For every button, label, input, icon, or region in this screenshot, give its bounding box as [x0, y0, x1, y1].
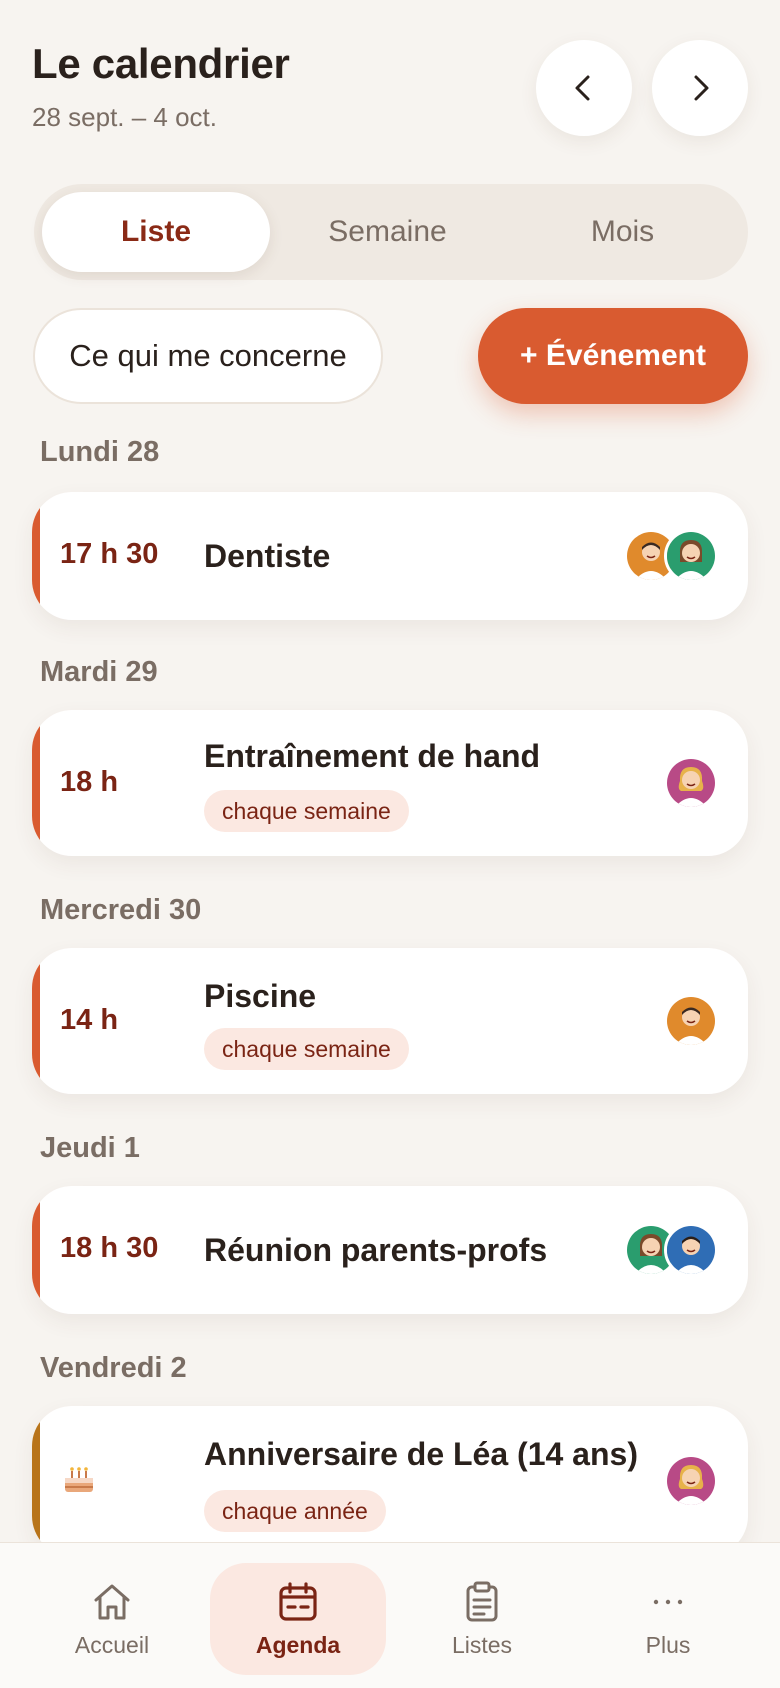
recurrence-badge: chaque semaine	[204, 1028, 409, 1070]
person-avatar-icon	[667, 532, 715, 580]
view-switcher: Liste Semaine Mois	[34, 184, 748, 280]
event-card[interactable]: 17 h 30 Dentiste	[32, 492, 748, 620]
event-card[interactable]: Anniversaire de Léa (14 ans) chaque anné…	[32, 1406, 748, 1556]
add-event-button[interactable]: + Événement	[478, 308, 748, 404]
event-title: Anniversaire de Léa (14 ans)	[204, 1436, 638, 1472]
day-heading: Vendredi 2	[40, 1352, 187, 1384]
nav-label: Agenda	[255, 1631, 341, 1658]
event-title: Piscine	[204, 978, 317, 1014]
date-range: 28 sept. – 4 oct.	[32, 102, 218, 132]
previous-week-button[interactable]	[536, 40, 632, 136]
avatar	[664, 1223, 718, 1277]
event-time: 18 h 30	[60, 1232, 159, 1264]
day-heading: Mercredi 30	[40, 894, 202, 926]
participants	[664, 756, 718, 810]
bottom-navigation: Accueil Agenda Listes Plus	[0, 1542, 780, 1688]
nav-label: Plus	[645, 1631, 691, 1658]
nav-listes[interactable]: Listes	[394, 1563, 570, 1675]
page-title: Le calendrier	[32, 40, 290, 87]
participants	[664, 1454, 718, 1508]
day-heading: Lundi 28	[40, 436, 160, 468]
header: Le calendrier 28 sept. – 4 oct.	[32, 40, 290, 133]
calendar-icon	[279, 1581, 317, 1621]
event-card[interactable]: 18 h Entraînement de hand chaque semaine	[32, 710, 748, 856]
person-avatar-icon	[667, 997, 715, 1045]
event-card[interactable]: 14 h Piscine chaque semaine	[32, 948, 748, 1094]
avatar	[664, 756, 718, 810]
event-title: Dentiste	[204, 538, 331, 574]
person-avatar-icon	[667, 1226, 715, 1274]
event-time: 17 h 30	[60, 538, 159, 570]
cake-icon	[62, 1462, 96, 1501]
tab-liste[interactable]: Liste	[42, 192, 270, 272]
nav-agenda[interactable]: Agenda	[210, 1563, 386, 1675]
nav-accueil[interactable]: Accueil	[24, 1563, 200, 1675]
filter-mine-button[interactable]: Ce qui me concerne	[33, 308, 383, 404]
nav-label: Listes	[451, 1631, 513, 1658]
calendar-screen: Le calendrier 28 sept. – 4 oct. Liste Se…	[0, 0, 780, 1688]
event-time: 14 h	[60, 1004, 119, 1036]
recurrence-badge: chaque année	[204, 1490, 386, 1532]
recurrence-badge: chaque semaine	[204, 790, 409, 832]
participants	[664, 994, 718, 1048]
nav-plus[interactable]: Plus	[580, 1563, 756, 1675]
participants	[624, 529, 718, 583]
tab-mois[interactable]: Mois	[505, 192, 740, 272]
participants	[624, 1223, 718, 1277]
chevron-left-icon	[575, 75, 590, 101]
person-avatar-icon	[667, 1457, 715, 1505]
more-icon	[653, 1599, 683, 1604]
avatar	[664, 529, 718, 583]
event-card[interactable]: 18 h 30 Réunion parents-profs	[32, 1186, 748, 1314]
nav-label: Accueil	[74, 1631, 150, 1658]
avatar	[664, 994, 718, 1048]
person-avatar-icon	[667, 759, 715, 807]
tab-semaine[interactable]: Semaine	[270, 192, 505, 272]
home-icon	[94, 1584, 130, 1619]
event-title: Réunion parents-profs	[204, 1232, 548, 1268]
event-title: Entraînement de hand	[204, 738, 541, 774]
clipboard-icon	[466, 1581, 498, 1621]
event-time: 18 h	[60, 766, 119, 798]
day-heading: Jeudi 1	[40, 1132, 140, 1164]
avatar	[664, 1454, 718, 1508]
chevron-right-icon	[694, 75, 709, 101]
day-heading: Mardi 29	[40, 656, 158, 688]
next-week-button[interactable]	[652, 40, 748, 136]
